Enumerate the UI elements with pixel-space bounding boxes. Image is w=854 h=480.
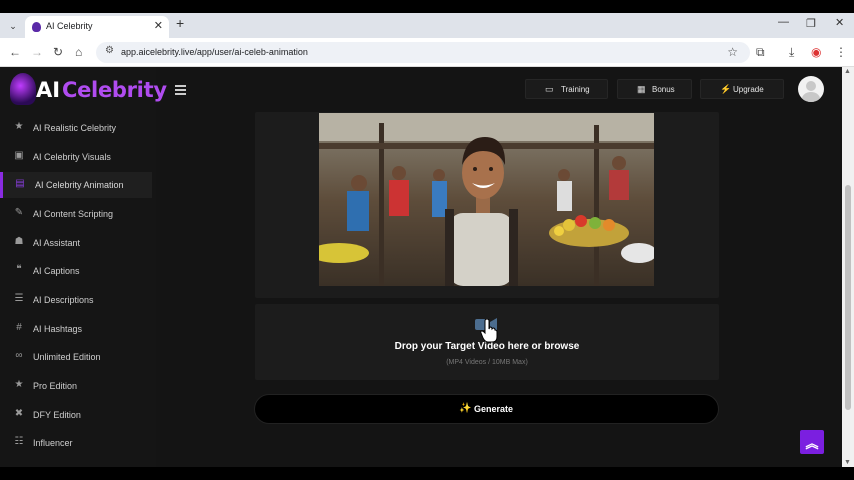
minimize-icon[interactable]: — xyxy=(778,16,789,28)
page-scrollbar[interactable]: ▲ ▼ xyxy=(842,67,854,467)
sidebar-item-label: AI Content Scripting xyxy=(33,209,114,219)
sidebar-item-label: AI Assistant xyxy=(33,238,81,248)
pen-icon: ✎ xyxy=(14,207,24,218)
bolt-icon: ⚡ xyxy=(720,84,732,94)
users-icon: ☷ xyxy=(14,436,24,447)
sidebar-item-label: Influencer xyxy=(33,438,73,448)
monitor-icon: ▭ xyxy=(545,84,554,94)
home-icon[interactable]: ⌂ xyxy=(75,45,82,59)
sidebar-item-ai-hashtags[interactable]: # AI Hashtags xyxy=(0,316,152,342)
menu-toggle-icon[interactable] xyxy=(175,85,186,95)
favicon-icon xyxy=(32,22,41,32)
sidebar-item-ai-descriptions[interactable]: ☰ AI Descriptions xyxy=(0,287,152,313)
image-preview-card xyxy=(255,112,719,298)
scrollbar-thumb[interactable] xyxy=(845,185,851,410)
reload-icon[interactable]: ↻ xyxy=(53,45,63,59)
sidebar-item-ai-celebrity-animation[interactable]: ▤ AI Celebrity Animation xyxy=(0,172,152,198)
sidebar-item-pro-edition[interactable]: ★ Pro Edition xyxy=(0,373,152,399)
tools-icon: ✖ xyxy=(14,408,24,419)
tab-search-icon[interactable]: ⌄ xyxy=(6,19,20,33)
hand-cursor-icon xyxy=(480,319,498,343)
dropzone-subtitle: (MP4 Videos / 10MB Max) xyxy=(446,359,528,366)
upgrade-label: Upgrade xyxy=(733,85,764,94)
quote-icon: ❝ xyxy=(16,264,22,275)
sidebar-item-label: AI Captions xyxy=(33,266,80,276)
sidebar-item-unlimited-edition[interactable]: ∞ Unlimited Edition xyxy=(0,344,152,370)
sidebar: AI Celebrity ★ AI Realistic Celebrity ▣ … xyxy=(0,67,167,467)
sidebar-item-ai-celebrity-visuals[interactable]: ▣ AI Celebrity Visuals xyxy=(0,144,152,170)
bonus-button[interactable]: ▦ Bonus xyxy=(617,79,692,99)
hashtag-icon: # xyxy=(16,322,22,333)
training-button[interactable]: ▭ Training xyxy=(525,79,608,99)
sidebar-item-label: AI Realistic Celebrity xyxy=(33,123,117,133)
profile-extension-icon[interactable]: ◉ xyxy=(811,45,821,59)
gift-icon: ▦ xyxy=(637,84,646,94)
browser-toolbar: ← → ↻ ⌂ ⚙ app.aicelebrity.live/app/user/… xyxy=(0,38,854,67)
screen-border-bottom xyxy=(0,467,854,480)
tab-title: AI Celebrity xyxy=(46,21,93,31)
window-close-icon[interactable]: ✕ xyxy=(835,16,844,29)
avatar[interactable] xyxy=(798,76,824,102)
training-label: Training xyxy=(561,85,590,94)
lines-icon: ☰ xyxy=(14,293,24,304)
forward-icon[interactable]: → xyxy=(31,45,43,59)
address-bar[interactable]: ⚙ app.aicelebrity.live/app/user/ai-celeb… xyxy=(96,42,750,63)
screen-border-top xyxy=(0,0,854,13)
scroll-to-top-button[interactable]: ︽ xyxy=(800,430,824,454)
generate-button[interactable]: ✨ Generate xyxy=(254,394,719,424)
url-text: app.aicelebrity.live/app/user/ai-celeb-a… xyxy=(121,47,308,57)
browser-tab-bar: ⌄ AI Celebrity ✕ + — ❐ ✕ xyxy=(0,13,854,38)
generate-label: Generate xyxy=(474,404,514,414)
download-icon[interactable]: ⤓ xyxy=(789,45,794,60)
sidebar-item-label: DFY Edition xyxy=(33,410,81,420)
star-icon: ★ xyxy=(14,379,24,390)
new-tab-icon[interactable]: + xyxy=(176,15,184,31)
bookmark-star-icon[interactable]: ☆ xyxy=(727,45,738,59)
sidebar-item-label: AI Celebrity Visuals xyxy=(33,152,111,162)
logo-head-icon xyxy=(10,73,36,105)
app-area: AI Celebrity ★ AI Realistic Celebrity ▣ … xyxy=(0,67,854,467)
logo-text-celebrity: Celebrity xyxy=(62,78,167,102)
scroll-down-icon[interactable]: ▼ xyxy=(844,459,851,466)
bonus-label: Bonus xyxy=(652,85,675,94)
logo-text-ai: AI xyxy=(36,78,61,102)
sidebar-item-dfy-edition[interactable]: ✖ DFY Edition xyxy=(0,402,152,428)
preview-photo xyxy=(319,113,654,286)
site-info-icon[interactable]: ⚙ xyxy=(105,45,114,56)
double-chevron-up-icon: ︽ xyxy=(805,436,819,451)
sidebar-item-influencer[interactable]: ☷ Influencer xyxy=(0,430,152,456)
extensions-icon[interactable]: ⧉ xyxy=(756,45,765,60)
sidebar-item-ai-assistant[interactable]: ☗ AI Assistant xyxy=(0,230,152,256)
tab-close-icon[interactable]: ✕ xyxy=(154,19,163,32)
sidebar-item-ai-content-scripting[interactable]: ✎ AI Content Scripting xyxy=(0,201,152,227)
magic-wand-icon: ✨ xyxy=(459,403,472,414)
sidebar-item-ai-captions[interactable]: ❝ AI Captions xyxy=(0,258,152,284)
star-icon: ★ xyxy=(14,121,24,132)
sidebar-item-label: AI Descriptions xyxy=(33,295,94,305)
restore-icon[interactable]: ❐ xyxy=(806,17,816,30)
upgrade-button[interactable]: ⚡ Upgrade xyxy=(700,79,784,99)
sidebar-item-ai-realistic-celebrity[interactable]: ★ AI Realistic Celebrity xyxy=(0,115,152,141)
logo[interactable]: AI Celebrity xyxy=(10,71,167,109)
back-icon[interactable]: ← xyxy=(9,45,21,59)
film-icon: ▤ xyxy=(15,178,25,189)
sidebar-item-label: AI Celebrity Animation xyxy=(35,180,124,190)
assistant-icon: ☗ xyxy=(14,236,24,247)
infinity-icon: ∞ xyxy=(15,350,23,361)
active-indicator xyxy=(0,172,3,198)
scroll-up-icon[interactable]: ▲ xyxy=(844,68,851,75)
browser-menu-icon[interactable]: ⋮ xyxy=(835,45,847,59)
sidebar-item-label: Pro Edition xyxy=(33,381,78,391)
sidebar-item-label: AI Hashtags xyxy=(33,324,83,334)
sidebar-item-label: Unlimited Edition xyxy=(33,352,101,362)
browser-tab[interactable]: AI Celebrity ✕ xyxy=(25,16,169,38)
image-icon: ▣ xyxy=(14,150,24,161)
